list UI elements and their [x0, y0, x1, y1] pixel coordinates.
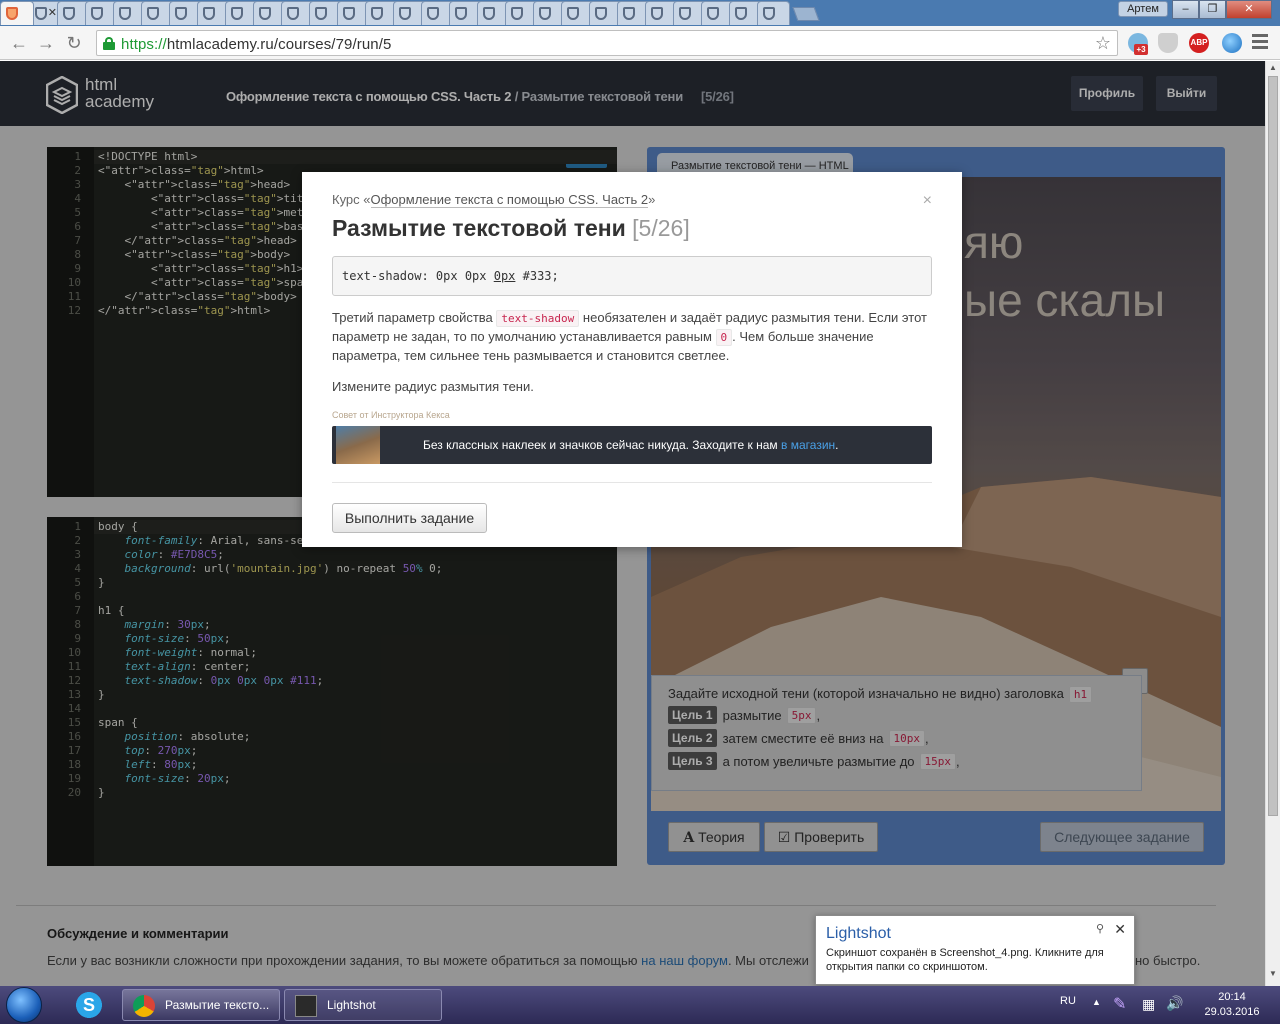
back-arrow-icon[interactable]: ←: [8, 32, 30, 54]
modal-course-line: Курс «Оформление текста с помощью CSS. Ч…: [332, 192, 656, 208]
tip-label: Совет от Инструктора Кекса: [332, 410, 450, 420]
reload-icon[interactable]: ↻: [63, 32, 85, 54]
lock-icon: [103, 37, 115, 50]
show-hidden-icons[interactable]: ▲: [1092, 997, 1101, 1024]
shield-favicon-icon: [91, 7, 103, 20]
scrollbar-thumb[interactable]: [1268, 76, 1278, 816]
cat-avatar-image: [336, 426, 380, 464]
browser-menu-icon[interactable]: [1252, 34, 1268, 52]
shield-favicon-icon: [259, 7, 271, 20]
close-icon[interactable]: ×: [923, 192, 932, 210]
shield-favicon-icon: [35, 7, 47, 20]
browser-toolbar: ← → ↻ https://htmlacademy.ru/courses/79/…: [0, 26, 1280, 60]
modal-title: Размытие текстовой тени [5/26]: [332, 215, 690, 241]
taskbar-chrome-window[interactable]: Размытие тексто...: [122, 989, 280, 1021]
start-button[interactable]: [6, 987, 42, 1023]
shield-favicon-icon: [511, 7, 523, 20]
shop-link[interactable]: в магазин: [781, 438, 835, 452]
chrome-icon: [133, 995, 155, 1017]
shield-favicon-icon: [427, 7, 439, 20]
globe-extension-icon[interactable]: [1222, 33, 1242, 53]
toast-title: Lightshot: [826, 925, 891, 942]
shield-favicon-icon: [63, 7, 75, 20]
modal-paragraph-2: Измените радиус размытия тени.: [332, 379, 534, 394]
lightshot-tray-icon[interactable]: ✎: [1113, 994, 1126, 1024]
browser-tab[interactable]: [0, 1, 34, 25]
do-task-button[interactable]: Выполнить задание: [332, 503, 487, 533]
close-window-button[interactable]: ✕: [1226, 0, 1272, 19]
close-icon[interactable]: ✕: [1114, 921, 1126, 938]
scroll-up-icon[interactable]: ▲: [1266, 63, 1280, 72]
minimize-button[interactable]: –: [1172, 0, 1199, 19]
windows-taskbar: S Размытие тексто... Lightshot RU ▲ ✎ ▦ …: [0, 986, 1280, 1024]
window-controls: – ❐ ✕: [1172, 0, 1272, 19]
shield-favicon-icon: [595, 7, 607, 20]
toast-message: Скриншот сохранён в Screenshot_4.png. Кл…: [826, 947, 1104, 973]
adblock-icon[interactable]: ABP: [1189, 33, 1209, 53]
modal-course-link[interactable]: Оформление текста с помощью CSS. Часть 2: [370, 192, 649, 208]
language-indicator[interactable]: RU: [1060, 995, 1076, 1024]
shield-favicon-icon: [455, 7, 467, 20]
new-tab-button[interactable]: [792, 7, 820, 21]
shield-favicon-icon: [343, 7, 355, 20]
window-user-badge[interactable]: Артем: [1118, 1, 1168, 17]
clock[interactable]: 20:14 29.03.2016: [1200, 990, 1264, 1024]
shield-favicon-icon: [315, 7, 327, 20]
shield-favicon-icon: [119, 7, 131, 20]
shield-favicon-icon: [147, 7, 159, 20]
extension-badge: +3: [1134, 44, 1148, 55]
maximize-button[interactable]: ❐: [1199, 0, 1226, 19]
forward-arrow-icon[interactable]: →: [35, 32, 57, 54]
shield-favicon-icon: [371, 7, 383, 20]
shield-favicon-icon: [623, 7, 635, 20]
shield-favicon-icon: [399, 7, 411, 20]
browser-tab-strip: ✕ Артем – ❐ ✕: [0, 0, 1280, 26]
skype-icon[interactable]: S: [72, 989, 106, 1021]
address-bar[interactable]: https://htmlacademy.ru/courses/79/run/5 …: [96, 30, 1118, 56]
shield-favicon-icon: [483, 7, 495, 20]
lightshot-app-icon: [295, 995, 317, 1017]
bookmark-star-icon[interactable]: ☆: [1095, 33, 1111, 54]
url-text: https://htmlacademy.ru/courses/79/run/5: [121, 36, 392, 53]
network-icon[interactable]: ▦: [1142, 996, 1155, 1024]
pin-icon[interactable]: ⚲: [1096, 922, 1104, 935]
shield-favicon-icon: [679, 7, 691, 20]
modal-divider: [332, 482, 932, 483]
shield-favicon-icon: [567, 7, 579, 20]
shop-banner[interactable]: Без классных наклеек и значков сейчас ни…: [332, 426, 932, 464]
shield-favicon-icon: [763, 7, 775, 20]
shield-favicon-icon: [287, 7, 299, 20]
banner-text: Без классных наклеек и значков сейчас ни…: [423, 438, 839, 452]
lightshot-notification[interactable]: Lightshot Скриншот сохранён в Screenshot…: [815, 915, 1135, 985]
taskbar-lightshot-window[interactable]: Lightshot: [284, 989, 442, 1021]
browser-tabs: ✕: [0, 1, 820, 26]
page-scrollbar[interactable]: ▲ ▼: [1265, 61, 1280, 986]
theory-modal: Курс «Оформление текста с помощью CSS. Ч…: [302, 172, 962, 547]
close-tab-icon[interactable]: ✕: [48, 6, 57, 19]
shield-favicon-icon: [231, 7, 243, 20]
volume-icon[interactable]: 🔊: [1166, 995, 1183, 1024]
browser-tab[interactable]: [757, 1, 790, 25]
shield-favicon-icon: [175, 7, 187, 20]
shield-favicon-icon: [735, 7, 747, 20]
shield-favicon-icon: [707, 7, 719, 20]
lightning-favicon-icon: [6, 7, 18, 20]
shield-favicon-icon: [539, 7, 551, 20]
shield-favicon-icon: [203, 7, 215, 20]
code-example: text-shadow: 0px 0px 0px #333;: [332, 256, 932, 296]
scroll-down-icon[interactable]: ▼: [1266, 969, 1280, 978]
shield-extension-icon[interactable]: [1158, 33, 1178, 53]
modal-paragraph-1: Третий параметр свойства text-shadow нео…: [332, 310, 927, 363]
shield-favicon-icon: [651, 7, 663, 20]
